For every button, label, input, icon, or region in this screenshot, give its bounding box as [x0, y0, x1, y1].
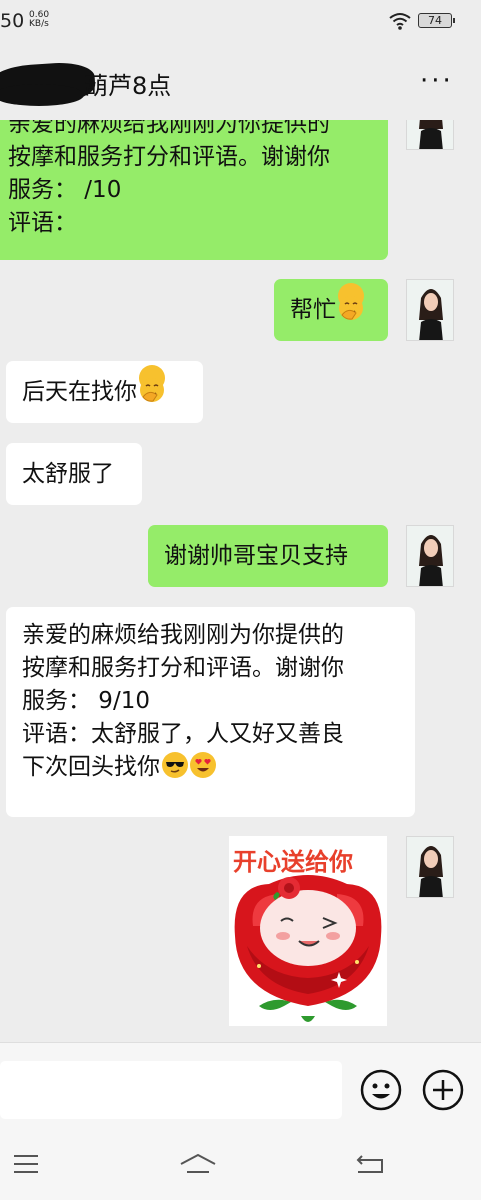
- message-line: 亲爱的麻烦给我刚刚为你提供的: [22, 622, 344, 648]
- redacted-name-mark: [0, 84, 84, 106]
- message-line: 下次回头找你: [22, 751, 399, 784]
- message-bubble[interactable]: 谢谢帅哥宝贝支持: [148, 525, 388, 587]
- back-icon[interactable]: [356, 1152, 386, 1180]
- message-list[interactable]: 亲爱的麻烦给我刚刚为你提供的 按摩和服务打分和评语。谢谢你 服务： /10 评语…: [0, 120, 481, 1042]
- message-bubble[interactable]: 亲爱的麻烦给我刚刚为你提供的 按摩和服务打分和评语。谢谢你 服务： 9/10 评…: [6, 607, 415, 817]
- message-text: 太舒服了: [22, 461, 114, 487]
- home-icon[interactable]: [178, 1152, 218, 1182]
- status-time: 50: [0, 10, 25, 32]
- battery-icon: 74: [418, 13, 455, 28]
- plus-icon[interactable]: [422, 1069, 464, 1111]
- message-line-text: 下次回头找你: [22, 754, 160, 780]
- message-bubble[interactable]: 亲爱的麻烦给我刚刚为你提供的 按摩和服务打分和评语。谢谢你 服务： /10 评语…: [0, 120, 388, 260]
- battery-level: 74: [428, 14, 442, 27]
- status-bar: 50 0.60 KB/s 74: [0, 0, 481, 44]
- avatar[interactable]: [406, 836, 454, 898]
- heart-eyes-emoji: [190, 752, 216, 778]
- message-bubble[interactable]: 帮忙: [274, 279, 388, 341]
- menu-icon[interactable]: [12, 1152, 40, 1180]
- network-speed: 0.60 KB/s: [29, 11, 49, 29]
- message-line: 评语：: [8, 210, 77, 236]
- message-line: 评语：太舒服了，人又好又善良: [22, 721, 344, 747]
- message-text: 后天在找你: [22, 379, 137, 405]
- wifi-icon: [388, 12, 412, 34]
- message-bubble[interactable]: 后天在找你: [6, 361, 203, 423]
- message-line: 服务： /10: [8, 177, 122, 203]
- message-line: 亲爱的麻烦给我刚刚为你提供的: [8, 120, 330, 137]
- message-text: 帮忙: [290, 297, 336, 323]
- message-line: 服务： 9/10: [22, 688, 150, 714]
- sunglasses-emoji: [162, 752, 188, 778]
- network-speed-unit: KB/s: [29, 19, 49, 29]
- chat-title: 葫芦8点: [84, 72, 172, 100]
- message-input[interactable]: [0, 1061, 342, 1119]
- message-bubble[interactable]: 太舒服了: [6, 443, 142, 505]
- message-text: 谢谢帅哥宝贝支持: [164, 543, 348, 569]
- message-line: 按摩和服务打分和评语。谢谢你: [22, 655, 344, 681]
- rose-icon: [234, 875, 382, 1022]
- facepalm-emoji: [139, 365, 165, 402]
- facepalm-emoji: [338, 283, 364, 320]
- system-nav-bar: [0, 1138, 481, 1200]
- message-line: 按摩和服务打分和评语。谢谢你: [8, 144, 330, 170]
- sticker-image[interactable]: 开心送给你: [229, 836, 387, 1026]
- avatar[interactable]: [406, 525, 454, 587]
- avatar[interactable]: [406, 120, 454, 150]
- more-icon[interactable]: ···: [420, 68, 454, 94]
- emoji-icon[interactable]: [360, 1069, 402, 1111]
- input-bar: [0, 1042, 481, 1139]
- avatar[interactable]: [406, 279, 454, 341]
